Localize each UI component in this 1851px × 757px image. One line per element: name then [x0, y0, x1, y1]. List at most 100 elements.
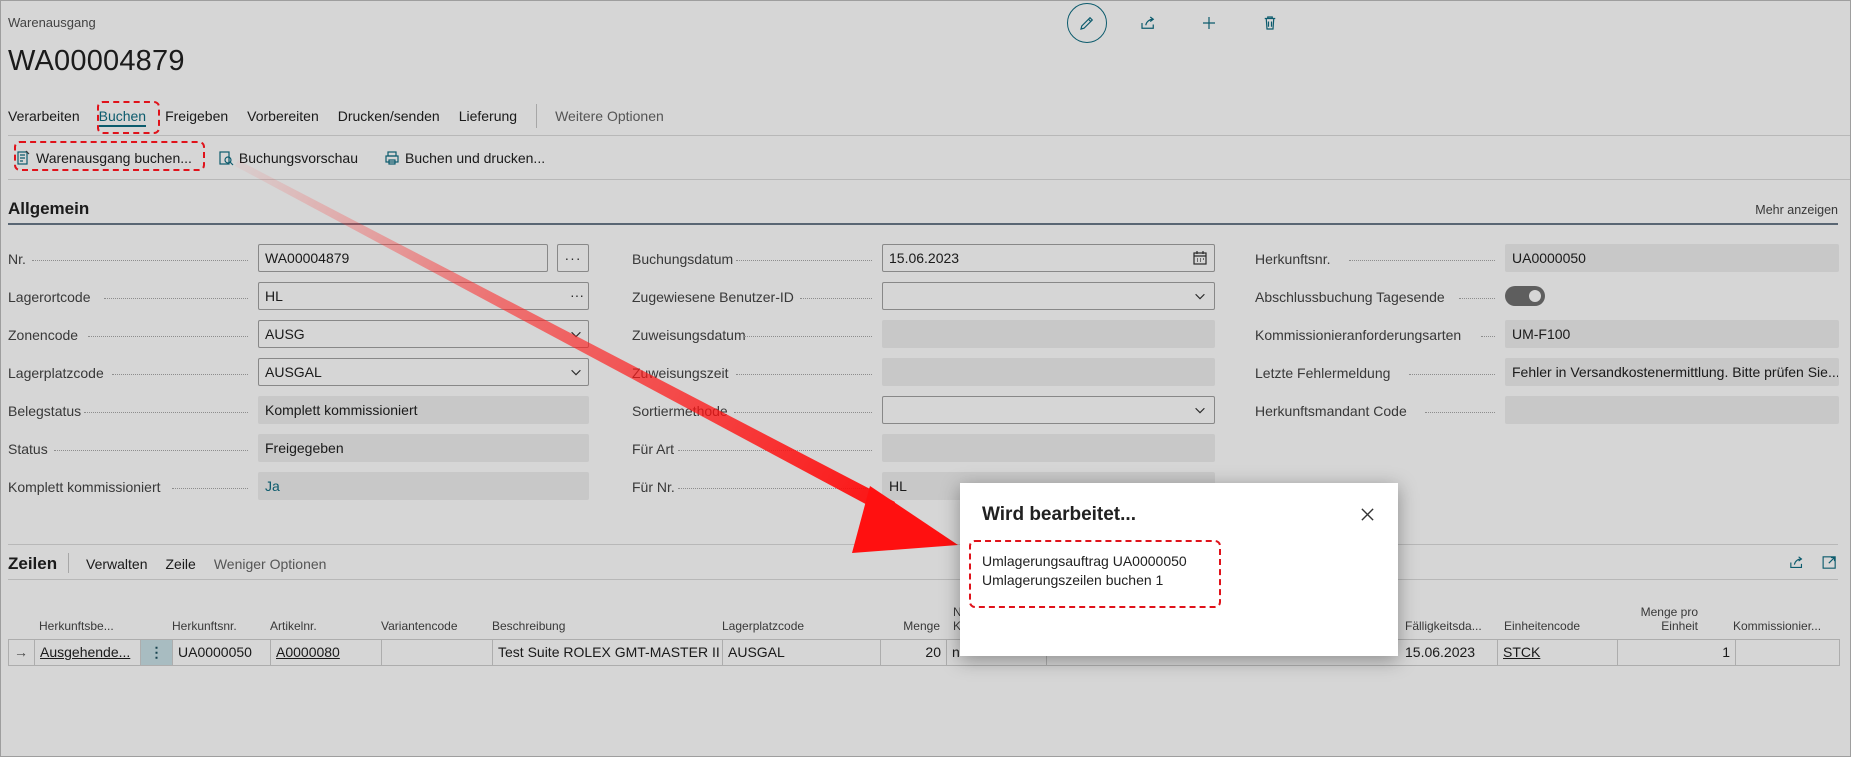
no-input[interactable]: WA00004879: [258, 244, 548, 272]
col-header-variant[interactable]: Variantencode: [381, 619, 458, 633]
edit-button[interactable]: [1067, 3, 1107, 43]
field-label: Letzte Fehlermeldung: [1255, 365, 1391, 381]
posting-preview-label: Buchungsvorschau: [238, 150, 358, 166]
field-leader: [172, 488, 248, 489]
col-header-picked[interactable]: Kommissionier...: [1733, 619, 1821, 633]
cell-item-no[interactable]: A0000080: [271, 640, 382, 665]
field-label: Zuweisungszeit: [632, 365, 729, 381]
field-label: Für Art: [632, 441, 675, 457]
cell-uom[interactable]: STCK: [1498, 640, 1618, 665]
col-header-qty-per-uom[interactable]: Menge pro Einheit: [1638, 605, 1698, 633]
calendar-icon[interactable]: [1192, 250, 1208, 266]
completely-picked-value[interactable]: Ja: [258, 472, 589, 500]
field-label: Zugewiesene Benutzer-ID: [632, 289, 794, 305]
new-button[interactable]: [1189, 3, 1229, 43]
dialog-title: Wird bearbeitet...: [982, 504, 1136, 525]
field-leader: [678, 488, 872, 489]
assigned-user-select[interactable]: [882, 282, 1215, 310]
zone-code-select[interactable]: AUSG: [258, 320, 589, 348]
field-leader: [1481, 336, 1495, 337]
general-column-2: Buchungsdatum 15.06.2023 Zugewiesene Ben…: [632, 244, 1216, 510]
field-leader: [1459, 298, 1495, 299]
menu-divider: [536, 104, 538, 128]
bin-code-select[interactable]: AUSGAL: [258, 358, 589, 386]
lines-menu-line[interactable]: Zeile: [165, 556, 195, 572]
col-header-source-document[interactable]: Herkunftsbe...: [39, 619, 114, 633]
post-and-print-button[interactable]: Buchen und drucken...: [384, 150, 545, 166]
field-source-company: Herkunftsmandant Code: [1255, 396, 1840, 434]
field-label: Buchungsdatum: [632, 251, 734, 267]
row-arrow-icon[interactable]: →: [9, 640, 35, 665]
field-label: Herkunftsmandant Code: [1255, 403, 1407, 419]
lookup-ellipsis-icon[interactable]: ···: [570, 287, 584, 303]
breadcrumb[interactable]: Warenausgang: [8, 15, 96, 30]
general-column-1: Nr. WA00004879 ··· Lagerortcode HL ··· Z…: [8, 244, 592, 510]
col-header-uom[interactable]: Einheitencode: [1504, 619, 1580, 633]
pencil-icon: [1080, 16, 1094, 30]
col-header-quantity[interactable]: Menge: [888, 619, 940, 633]
chevron-down-icon[interactable]: [569, 327, 583, 341]
share-icon[interactable]: [1788, 554, 1805, 571]
page: Warenausgang WA00004879 Verarbeiten Buch…: [0, 0, 1851, 757]
field-leader: [800, 298, 872, 299]
row-actions-button[interactable]: ⋮: [141, 640, 173, 665]
field-assigned-user: Zugewiesene Benutzer-ID: [632, 282, 1216, 320]
field-assignment-time: Zuweisungszeit: [632, 358, 1216, 396]
page-title: WA00004879: [8, 45, 185, 77]
chevron-down-icon[interactable]: [1193, 289, 1207, 303]
close-icon: [1360, 507, 1374, 521]
menu-vorbereiten[interactable]: Vorbereiten: [247, 108, 319, 124]
cell-variant: [382, 640, 493, 665]
assist-edit-button[interactable]: ···: [557, 244, 589, 272]
share-button[interactable]: [1128, 3, 1168, 43]
action-menu: Verarbeiten Buchen Freigeben Vorbereiten…: [8, 104, 683, 128]
menu-verarbeiten[interactable]: Verarbeiten: [8, 108, 80, 124]
lines-icon-bar: [1772, 554, 1838, 571]
section-title-general[interactable]: Allgemein: [8, 199, 89, 219]
chevron-down-icon[interactable]: [569, 365, 583, 379]
lines-menu-fewer-options[interactable]: Weniger Optionen: [214, 556, 327, 572]
col-header-item-no[interactable]: Artikelnr.: [270, 619, 317, 633]
menu-freigeben[interactable]: Freigeben: [165, 108, 228, 124]
posting-preview-button[interactable]: Buchungsvorschau: [218, 150, 358, 166]
field-leader: [734, 412, 872, 413]
lines-menu-manage[interactable]: Verwalten: [86, 556, 147, 572]
menu-lieferung[interactable]: Lieferung: [459, 108, 517, 124]
delete-button[interactable]: [1250, 3, 1290, 43]
field-label: Abschlussbuchung Tagesende: [1255, 289, 1445, 305]
lines-title[interactable]: Zeilen: [8, 554, 57, 574]
top-action-bar: [1067, 1, 1311, 45]
field-location-code: Lagerortcode HL ···: [8, 282, 592, 320]
menu-drucken-senden[interactable]: Drucken/senden: [338, 108, 440, 124]
end-of-day-toggle[interactable]: [1505, 286, 1545, 306]
posting-date-input[interactable]: 15.06.2023: [882, 244, 1215, 272]
cell-description: Test Suite ROLEX GMT-MASTER II: [493, 640, 723, 665]
field-leader: [1349, 260, 1495, 261]
field-assignment-date: Zuweisungsdatum: [632, 320, 1216, 358]
post-and-print-label: Buchen und drucken...: [405, 150, 546, 166]
field-label: Nr.: [8, 251, 26, 267]
table-row[interactable]: → Ausgehende... ⋮ UA0000050 A0000080 Tes…: [8, 639, 1840, 666]
cell-quantity: 20: [881, 640, 947, 665]
field-leader: [1425, 412, 1495, 413]
sorting-method-select[interactable]: [882, 396, 1215, 424]
location-code-input[interactable]: HL: [258, 282, 589, 310]
field-end-of-day-posting: Abschlussbuchung Tagesende: [1255, 282, 1840, 320]
col-header-bin[interactable]: Lagerplatzcode: [722, 619, 804, 633]
post-shipment-button[interactable]: Warenausgang buchen...: [15, 150, 192, 166]
menu-buchen[interactable]: Buchen: [98, 108, 147, 127]
col-header-due-date[interactable]: Fälligkeitsda...: [1405, 619, 1482, 633]
cell-source-document[interactable]: Ausgehende...: [35, 640, 141, 665]
col-header-source-no[interactable]: Herkunftsnr.: [172, 619, 237, 633]
col-header-description[interactable]: Beschreibung: [492, 619, 565, 633]
dialog-line-1: Umlagerungsauftrag UA0000050: [982, 553, 1187, 569]
chevron-down-icon[interactable]: [1193, 403, 1207, 417]
for-type-value: [882, 434, 1215, 462]
plus-icon: [1203, 17, 1215, 29]
expand-icon[interactable]: [1821, 554, 1838, 571]
dialog-close-button[interactable]: [1356, 503, 1378, 525]
show-more-link[interactable]: Mehr anzeigen: [1755, 203, 1838, 217]
field-leader: [88, 336, 248, 337]
menu-more-options[interactable]: Weitere Optionen: [555, 108, 664, 124]
field-leader: [744, 336, 872, 337]
